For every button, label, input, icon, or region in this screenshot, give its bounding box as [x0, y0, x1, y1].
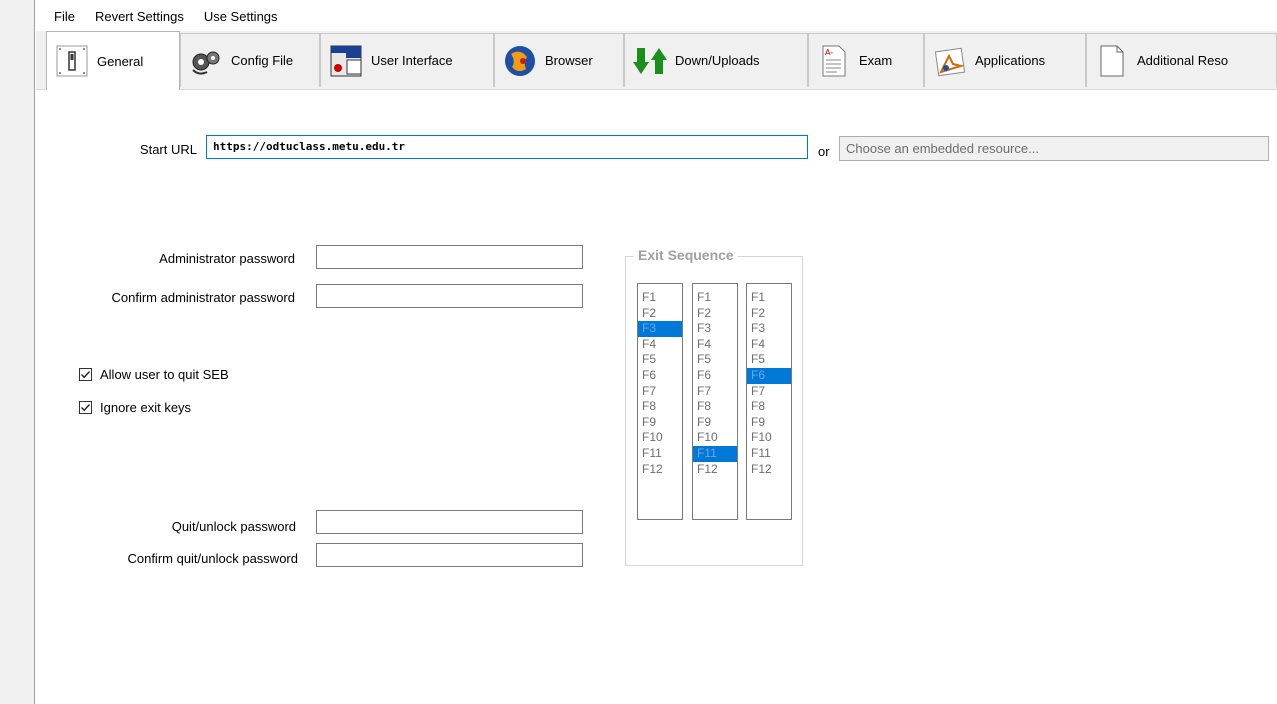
tab-label: Config File	[231, 53, 294, 68]
tab-browser[interactable]: Browser	[494, 33, 624, 87]
allow-quit-label: Allow user to quit SEB	[100, 367, 229, 382]
exit-key-option[interactable]: F9	[638, 415, 682, 431]
allow-quit-checkbox[interactable]: Allow user to quit SEB	[79, 367, 229, 382]
exit-key-option[interactable]: F11	[693, 445, 737, 462]
tab-additional-resources[interactable]: Additional Reso	[1086, 33, 1277, 87]
down-up-arrows-icon	[633, 44, 667, 78]
config-gears-icon	[189, 44, 223, 78]
check-icon	[81, 404, 91, 412]
exit-key-option[interactable]: F12	[747, 462, 791, 478]
exit-key-list-3[interactable]: F1 F2 F3 F4 F5 F6 F7 F8 F9 F10 F11 F12	[746, 283, 792, 520]
svg-text:A-: A-	[825, 48, 833, 57]
exam-sheet-icon: A-	[817, 44, 851, 78]
settings-tabs: General Config File User Interface Brows…	[36, 31, 1277, 90]
check-icon	[81, 371, 91, 379]
exit-key-option[interactable]: F4	[638, 337, 682, 353]
exit-key-option[interactable]: F2	[747, 306, 791, 322]
checkbox-box	[79, 401, 92, 414]
tab-label: Exam	[859, 53, 893, 68]
confirm-admin-password-label: Confirm administrator password	[111, 290, 295, 305]
exit-key-option[interactable]: F8	[638, 399, 682, 415]
menu-file[interactable]: File	[36, 0, 85, 30]
tab-label: Additional Reso	[1137, 53, 1229, 68]
exit-key-option[interactable]: F3	[638, 321, 682, 337]
exit-key-option[interactable]: F5	[638, 352, 682, 368]
exit-key-option[interactable]: F1	[747, 290, 791, 306]
exit-key-option[interactable]: F5	[693, 352, 737, 368]
exit-key-option[interactable]: F7	[638, 384, 682, 400]
ignore-exit-keys-checkbox[interactable]: Ignore exit keys	[79, 400, 191, 415]
exit-key-option[interactable]: F8	[747, 399, 791, 415]
blank-document-icon	[1095, 44, 1129, 78]
exit-key-option[interactable]: F6	[638, 368, 682, 384]
exit-key-option[interactable]: F6	[747, 367, 791, 384]
exit-key-option[interactable]: F3	[693, 321, 737, 337]
tab-label: User Interface	[371, 53, 453, 68]
exit-key-option[interactable]: F11	[638, 446, 682, 462]
exit-key-option[interactable]: F8	[693, 399, 737, 415]
confirm-admin-password-field[interactable]	[316, 284, 583, 308]
exit-key-option[interactable]: F2	[693, 306, 737, 322]
start-url-input[interactable]: https://odtuclass.metu.edu.tr	[206, 135, 808, 159]
tab-down-uploads[interactable]: Down/Uploads	[624, 33, 808, 87]
switch-icon	[55, 44, 89, 78]
exit-key-option[interactable]: F10	[693, 430, 737, 446]
quit-password-label: Quit/unlock password	[171, 519, 296, 534]
tab-label: Down/Uploads	[675, 53, 760, 68]
ignore-exit-keys-label: Ignore exit keys	[100, 400, 192, 415]
exit-key-option[interactable]: F11	[747, 446, 791, 462]
browser-globe-icon	[503, 44, 537, 78]
confirm-quit-password-field[interactable]	[316, 543, 583, 567]
admin-password-field[interactable]	[316, 245, 583, 269]
exit-key-option[interactable]: F6	[693, 368, 737, 384]
tab-label: General	[97, 53, 144, 69]
checkbox-box	[79, 368, 92, 381]
exit-key-option[interactable]: F2	[638, 306, 682, 322]
exit-key-option[interactable]: F9	[693, 415, 737, 431]
exit-key-option[interactable]: F7	[747, 384, 791, 400]
exit-key-option[interactable]: F3	[747, 321, 791, 337]
exit-key-option[interactable]: F10	[638, 430, 682, 446]
confirm-quit-password-label: Confirm quit/unlock password	[127, 551, 298, 566]
tab-label: Applications	[975, 53, 1046, 68]
tab-label: Browser	[545, 53, 593, 68]
menu-revert-settings[interactable]: Revert Settings	[85, 0, 194, 30]
admin-password-label: Administrator password	[159, 251, 295, 266]
tab-exam[interactable]: A- Exam	[808, 33, 924, 87]
window-file-icon	[329, 44, 363, 78]
exit-key-option[interactable]: F1	[638, 290, 682, 306]
exit-key-list-2[interactable]: F1 F2 F3 F4 F5 F6 F7 F8 F9 F10 F11 F12	[692, 283, 738, 520]
or-label: or	[818, 144, 830, 159]
exit-key-option[interactable]: F9	[747, 415, 791, 431]
exit-key-option[interactable]: F4	[747, 337, 791, 353]
tab-general[interactable]: General	[46, 31, 180, 90]
menu-bar: File Revert Settings Use Settings	[36, 0, 1277, 30]
exit-key-list-1[interactable]: F1 F2 F3 F4 F5 F6 F7 F8 F9 F10 F11 F12	[637, 283, 683, 520]
exit-key-option[interactable]: F12	[693, 462, 737, 478]
exit-key-option[interactable]: F10	[747, 430, 791, 446]
menu-use-settings[interactable]: Use Settings	[194, 0, 288, 30]
start-url-label: Start URL	[139, 142, 197, 157]
tab-config-file[interactable]: Config File	[180, 33, 320, 87]
tab-applications[interactable]: Applications	[924, 33, 1086, 87]
left-panel-edge	[0, 0, 35, 704]
exit-sequence-title: Exit Sequence	[634, 247, 738, 263]
exit-key-option[interactable]: F4	[693, 337, 737, 353]
exit-key-option[interactable]: F12	[638, 462, 682, 478]
tab-user-interface[interactable]: User Interface	[320, 33, 494, 87]
embedded-resource-select[interactable]: Choose an embedded resource...	[839, 136, 1269, 161]
quit-password-field[interactable]	[316, 510, 583, 534]
exit-key-option[interactable]: F5	[747, 352, 791, 368]
applications-icon	[933, 44, 967, 78]
exit-key-option[interactable]: F1	[693, 290, 737, 306]
exit-sequence-group: Exit Sequence F1 F2 F3 F4 F5 F6 F7 F8 F9 F10 F11 F1…	[625, 247, 803, 566]
exit-key-option[interactable]: F7	[693, 384, 737, 400]
